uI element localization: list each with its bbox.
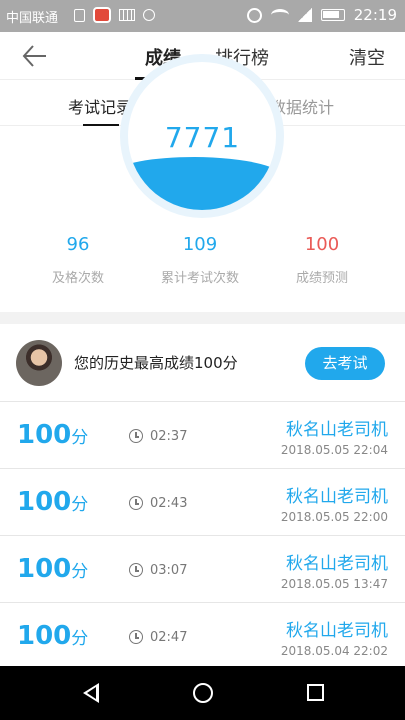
record-name: 秋名山老司机: [286, 420, 388, 440]
score-value: 100: [17, 621, 72, 651]
gauge-wave-fill: [128, 157, 276, 210]
record-datetime: 2018.05.05 22:04: [280, 443, 388, 457]
status-icons-right: 22:19: [246, 6, 397, 24]
list-item[interactable]: 100分 02:43 秋名山老司机 2018.05.05 22:00: [0, 469, 405, 536]
score-unit: 分: [71, 629, 89, 649]
signal-icon: [297, 8, 312, 22]
record-name: 秋名山老司机: [286, 621, 388, 641]
record-duration: 03:07: [150, 563, 188, 578]
carrier-label: 中国联通: [6, 11, 59, 26]
stat-label: 成绩预测: [295, 271, 348, 286]
back-arrow-icon[interactable]: [20, 42, 50, 70]
stat-value: 100: [304, 234, 340, 255]
nav-home-icon[interactable]: [193, 683, 213, 703]
nav-recent-apps-icon[interactable]: [307, 684, 324, 701]
stat-total-exams: 109 累计考试次数: [130, 234, 270, 286]
wifi-icon: [270, 9, 289, 21]
stat-label: 及格次数: [51, 271, 104, 286]
go-exam-button[interactable]: 去考试: [305, 347, 385, 380]
status-clock: 22:19: [353, 6, 397, 24]
alarm-icon: [246, 7, 262, 23]
list-item[interactable]: 100分 02:37 秋名山老司机 2018.05.05 22:04: [0, 402, 405, 469]
score-unit: 分: [71, 428, 89, 448]
system-nav-bar: [0, 666, 405, 720]
score-value: 100: [17, 554, 72, 584]
record-name: 秋名山老司机: [286, 554, 388, 574]
score-unit: 分: [71, 562, 89, 582]
record-duration: 02:47: [150, 630, 188, 645]
stat-value: 96: [66, 234, 90, 255]
record-datetime: 2018.05.05 13:47: [280, 577, 388, 591]
clock-icon: [129, 496, 143, 510]
score-value: 100: [17, 487, 72, 517]
clock-icon: [129, 563, 143, 577]
best-score-row: 您的历史最高成绩100分 去考试: [0, 324, 405, 402]
score-value: 100: [17, 420, 72, 450]
sim-icon: [74, 8, 85, 22]
stat-label: 累计考试次数: [160, 271, 239, 286]
sync-icon: [143, 9, 155, 21]
clock-icon: [129, 630, 143, 644]
gauge-value: 7771: [164, 121, 241, 154]
status-bar: 中国联通 22:19: [0, 0, 405, 32]
record-score: 100分: [17, 621, 88, 651]
record-duration: 02:43: [150, 496, 188, 511]
record-datetime: 2018.05.05 22:00: [280, 510, 388, 524]
score-summary: 7771 96 及格次数 109 累计考试次数 100 成绩预测: [0, 54, 405, 312]
keyboard-icon: [119, 9, 135, 21]
record-datetime: 2018.05.04 22:02: [280, 644, 388, 658]
section-divider: [0, 312, 405, 324]
record-score: 100分: [17, 487, 88, 517]
record-name: 秋名山老司机: [286, 487, 388, 507]
stat-value: 109: [182, 234, 218, 255]
avatar: [16, 340, 62, 386]
stat-prediction: 100 成绩预测: [252, 234, 392, 286]
nav-back-icon[interactable]: [83, 683, 99, 703]
record-score: 100分: [17, 420, 88, 450]
app-notification-icon: [93, 7, 111, 23]
list-item[interactable]: 100分 02:47 秋名山老司机 2018.05.04 22:02: [0, 603, 405, 670]
status-icons-left: [74, 7, 155, 23]
record-duration: 02:37: [150, 429, 188, 444]
exam-record-list: 100分 02:37 秋名山老司机 2018.05.05 22:04 100分 …: [0, 402, 405, 670]
clock-icon: [129, 429, 143, 443]
best-score-text: 您的历史最高成绩100分: [74, 354, 238, 372]
battery-icon: [320, 9, 345, 21]
score-unit: 分: [71, 495, 89, 515]
list-item[interactable]: 100分 03:07 秋名山老司机 2018.05.05 13:47: [0, 536, 405, 603]
stat-pass-count: 96 及格次数: [8, 234, 148, 286]
clear-button[interactable]: 清空: [349, 44, 385, 70]
record-score: 100分: [17, 554, 88, 584]
